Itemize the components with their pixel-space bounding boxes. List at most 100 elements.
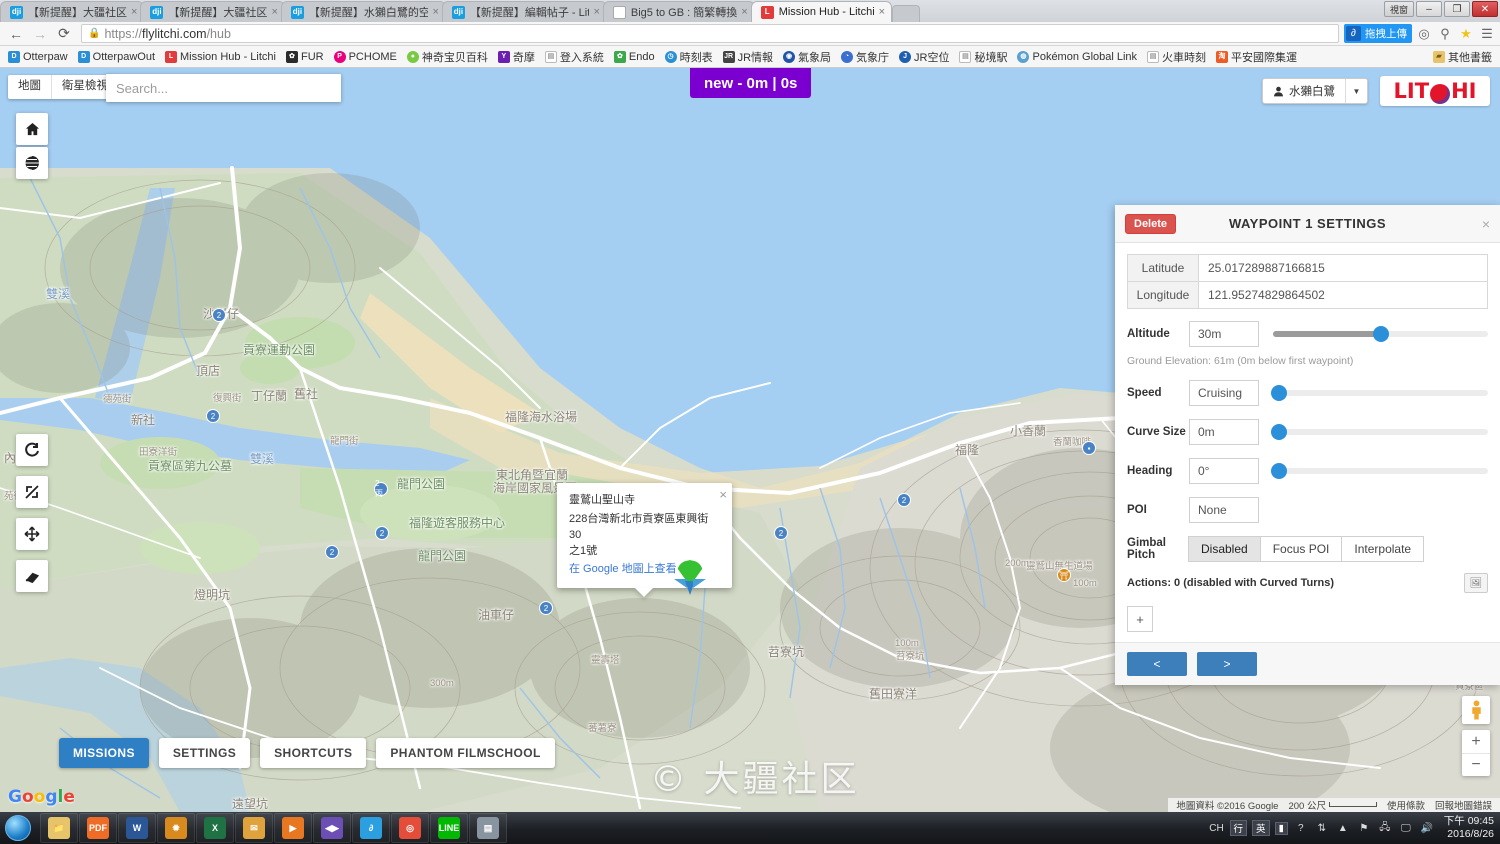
curve-size-input[interactable]: 0m — [1189, 419, 1259, 445]
bookmark-item[interactable]: DOtterpawOut — [74, 50, 159, 64]
image-icon[interactable]: 🖼 — [1464, 573, 1488, 593]
altitude-slider-knob[interactable] — [1373, 326, 1389, 342]
minimize-button[interactable]: – — [1416, 1, 1442, 17]
zoom-in-button[interactable]: + — [1462, 730, 1490, 753]
close-icon[interactable]: × — [593, 6, 599, 18]
reload-icon[interactable]: ⟳ — [52, 23, 76, 45]
close-window-button[interactable]: ✕ — [1472, 1, 1498, 17]
missions-button[interactable]: MISSIONS — [59, 738, 149, 768]
pegman-street-view-control[interactable] — [1462, 696, 1490, 724]
curve-size-slider-knob[interactable] — [1271, 424, 1287, 440]
speed-slider-knob[interactable] — [1271, 385, 1287, 401]
other-bookmarks-folder[interactable]: ▰其他書籤 — [1429, 48, 1496, 66]
help-icon[interactable]: ? — [1293, 823, 1309, 834]
start-button[interactable] — [0, 813, 36, 843]
upload-extension-button[interactable]: ∂ 拖拽上傳 — [1344, 24, 1412, 43]
taskbar-item[interactable]: 📁 — [40, 813, 78, 843]
clock[interactable]: 下午 09:45 2016/8/26 — [1440, 815, 1494, 841]
home-button[interactable] — [16, 113, 48, 145]
chevron-down-icon[interactable]: ▼ — [1345, 79, 1367, 103]
eraser-button[interactable] — [16, 560, 48, 592]
settings-button[interactable]: SETTINGS — [159, 738, 250, 768]
gimbal-pitch-option-interpolate[interactable]: Interpolate — [1341, 536, 1424, 562]
previous-waypoint-button[interactable]: < — [1127, 652, 1187, 676]
heading-slider[interactable] — [1273, 468, 1488, 474]
next-waypoint-button[interactable]: > — [1197, 652, 1257, 676]
gimbal-pitch-option-focus-poi[interactable]: Focus POI — [1260, 536, 1343, 562]
bookmark-item[interactable]: ▤登入系統 — [541, 48, 608, 66]
taskbar-item[interactable]: LINE — [430, 813, 468, 843]
close-icon[interactable]: × — [879, 6, 885, 18]
latitude-input[interactable]: 25.017289887166815 — [1199, 254, 1488, 282]
browser-tab[interactable]: dji 【新提醒】編輯帖子 - Lit × — [442, 1, 607, 22]
globe-button[interactable] — [16, 147, 48, 179]
back-icon[interactable]: ← — [4, 23, 28, 45]
report-map-error-link[interactable]: 回報地圖錯誤 — [1435, 798, 1492, 812]
shortcuts-button[interactable]: SHORTCUTS — [260, 738, 366, 768]
terms-link[interactable]: 使用條款 — [1387, 798, 1425, 812]
bookmark-item[interactable]: JRJR情報 — [719, 48, 777, 66]
heading-input[interactable]: 0° — [1189, 458, 1259, 484]
move-button[interactable] — [16, 518, 48, 550]
sync-icon[interactable]: ⇅ — [1314, 823, 1330, 834]
bookmark-item[interactable]: ●神奇宝贝百科 — [403, 48, 492, 66]
bookmark-item[interactable]: ▤秘境駅 — [955, 48, 1011, 66]
gimbal-pitch-option-disabled[interactable]: Disabled — [1188, 536, 1261, 562]
menu-icon[interactable]: ☰ — [1478, 26, 1496, 42]
phantom-filmschool-button[interactable]: PHANTOM FILMSCHOOL — [376, 738, 554, 768]
address-bar[interactable]: 🔒 https://flylitchi.com/hub — [81, 24, 1339, 43]
map-type-map-button[interactable]: 地圖 — [8, 75, 51, 99]
forward-icon[interactable]: → — [28, 23, 52, 45]
restore-down-button[interactable]: 視窗 — [1384, 1, 1414, 17]
longitude-input[interactable]: 121.95274829864502 — [1199, 281, 1488, 309]
bookmark-item[interactable]: ▤火車時刻 — [1143, 48, 1210, 66]
close-icon[interactable]: × — [131, 6, 137, 18]
altitude-slider[interactable] — [1273, 331, 1488, 337]
close-icon[interactable]: × — [719, 486, 727, 505]
taskbar-item[interactable]: X — [196, 813, 234, 843]
taskbar-item[interactable]: ◀▶ — [313, 813, 351, 843]
new-tab-button[interactable] — [892, 5, 920, 22]
search-input[interactable] — [116, 81, 331, 96]
volume-icon[interactable]: 🔊 — [1419, 823, 1435, 834]
delete-waypoint-button[interactable]: Delete — [1125, 214, 1176, 234]
ime-language-label[interactable]: CH — [1209, 823, 1225, 834]
display-icon[interactable]: 🖵 — [1398, 823, 1414, 834]
browser-tab[interactable]: dji 【新提醒】大疆社区 × — [0, 1, 144, 22]
heading-slider-knob[interactable] — [1271, 463, 1287, 479]
network-icon[interactable]: 🖧 — [1377, 820, 1393, 837]
taskbar-item[interactable]: ▤ — [469, 813, 507, 843]
action-center-icon[interactable]: ⚑ — [1356, 823, 1372, 834]
taskbar-item[interactable]: ∂ — [352, 813, 390, 843]
resize-button[interactable] — [16, 476, 48, 508]
cast-icon[interactable]: ◎ — [1415, 26, 1433, 42]
bookmark-item[interactable]: ◍Pokémon Global Link — [1013, 50, 1141, 64]
bookmark-item[interactable]: ✿FUR — [282, 50, 328, 64]
close-icon[interactable]: × — [1482, 216, 1490, 232]
close-icon[interactable]: × — [741, 6, 747, 18]
curve-size-slider[interactable] — [1273, 429, 1488, 435]
drone-marker[interactable] — [674, 578, 706, 598]
star-icon[interactable]: ★ — [1457, 26, 1475, 42]
poi-select[interactable]: None — [1189, 497, 1259, 523]
zoom-out-button[interactable]: − — [1462, 753, 1490, 776]
browser-tab[interactable]: dji 【新提醒】大疆社区 × — [140, 1, 284, 22]
view-on-google-maps-link[interactable]: 在 Google 地圖上查看 — [569, 562, 677, 578]
bookmark-item[interactable]: ◉氣象局 — [779, 48, 835, 66]
taskbar-item[interactable]: ✉ — [235, 813, 273, 843]
ime-mode-label[interactable]: 英 — [1252, 820, 1270, 836]
bookmark-item[interactable]: 淘平安國際集運 — [1212, 48, 1301, 66]
taskbar-item[interactable]: PDF — [79, 813, 117, 843]
browser-tab-active[interactable]: L Mission Hub - Litchi × — [751, 1, 892, 22]
bookmark-item[interactable]: DOtterpaw — [4, 50, 72, 64]
altitude-input[interactable]: 30m — [1189, 321, 1259, 347]
bookmark-item[interactable]: PPCHOME — [330, 50, 401, 64]
speed-slider[interactable] — [1273, 390, 1488, 396]
bookmark-item[interactable]: Y奇摩 — [494, 48, 539, 66]
rotate-button[interactable] — [16, 434, 48, 466]
search-box[interactable] — [106, 74, 341, 102]
show-hidden-icons-icon[interactable]: ▲ — [1335, 823, 1351, 834]
ime-panel-icon[interactable]: ▮ — [1275, 822, 1288, 835]
close-icon[interactable]: × — [432, 6, 438, 18]
bookmark-item[interactable]: JJR空位 — [895, 48, 953, 66]
